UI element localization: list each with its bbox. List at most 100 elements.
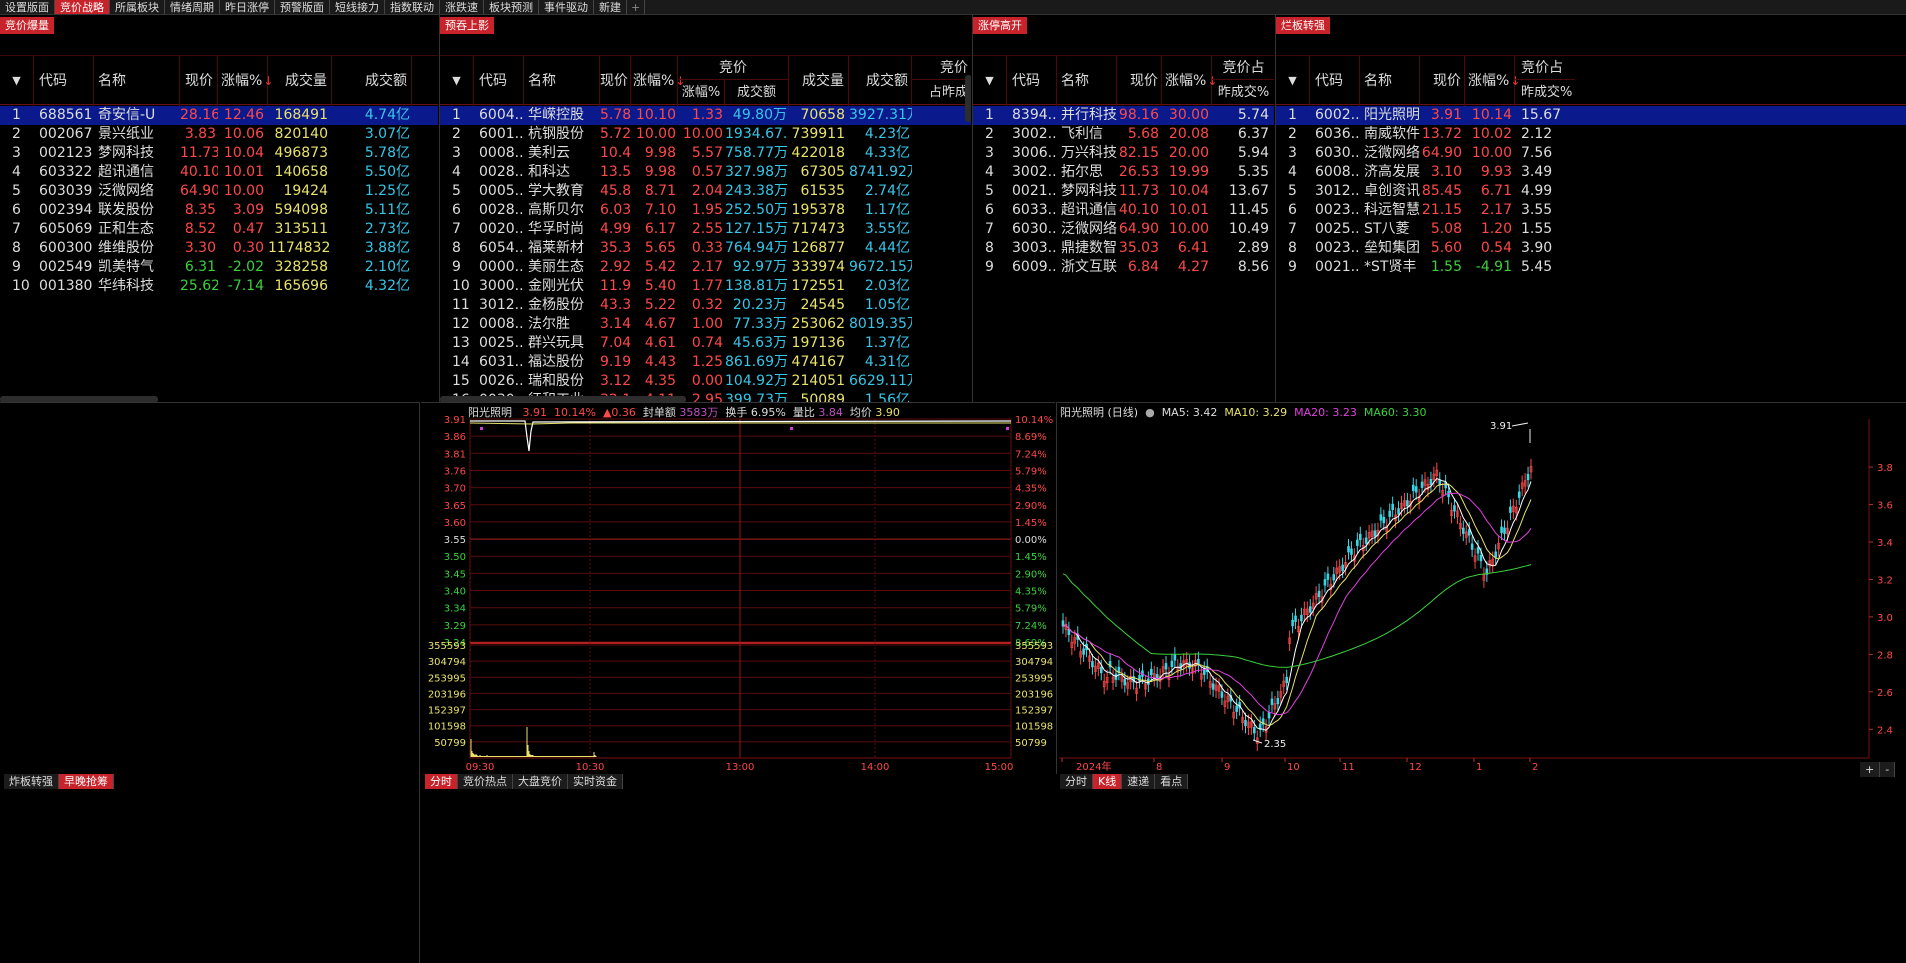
intraday-tab[interactable]: 大盘竞价 xyxy=(513,774,568,789)
col-auction-pct[interactable]: 涨幅% xyxy=(678,80,725,106)
col-auction-amount[interactable]: 成交额 xyxy=(725,80,789,106)
table-row[interactable]: 4 603322 超讯通信 40.10 10.01 140658 5.50亿 xyxy=(0,163,438,182)
kline-tab[interactable]: 速递 xyxy=(1122,774,1156,789)
col-code[interactable]: 代码 xyxy=(474,56,524,106)
table-row[interactable]: 8 600300 维维股份 3.30 0.30 1174832 3.88亿 xyxy=(0,239,438,258)
table-row[interactable]: 12 0008... 法尔胜 3.14 4.67 1.00 77.33万 253062 8019… xyxy=(440,315,971,334)
col-amount[interactable]: 成交额 xyxy=(849,56,912,106)
kline-tab[interactable]: 看点 xyxy=(1155,774,1189,789)
col-prev-volume[interactable]: 昨成交% xyxy=(1212,80,1274,106)
intraday-chart[interactable]: 3.91 10.14% 3.86 8.69% 3.81 7.24% 3.76 5.79% 3.7… xyxy=(421,403,1055,774)
col-amount[interactable]: 成交额 xyxy=(332,56,412,106)
col-pct[interactable]: 涨幅%↓ xyxy=(1162,56,1217,106)
table-row[interactable]: 4 6008... 济高发展 3.10 9.93 3.49 xyxy=(1276,163,1906,182)
zoom-button[interactable]: + xyxy=(1860,762,1881,777)
col-code[interactable]: 代码 xyxy=(1310,56,1360,106)
col-price[interactable]: 现价 xyxy=(180,56,218,106)
col-prev-volume[interactable]: 昨成交% xyxy=(1515,80,1575,106)
table-row[interactable]: 14 6031... 福达股份 9.19 4.43 1.25 861.69万 474167 4.… xyxy=(440,353,971,372)
top-tab[interactable]: 短线接力 xyxy=(330,0,385,14)
table-row[interactable]: 6 0028... 高斯贝尔 6.03 7.10 1.95 252.50万 195378 1.1… xyxy=(440,201,971,220)
table-row[interactable]: 8 3003... 鼎捷数智 35.03 6.41 2.89 xyxy=(973,239,1274,258)
top-tab[interactable]: 设置版面 xyxy=(0,0,55,14)
panel-title[interactable]: 竞价爆量 xyxy=(0,17,54,34)
col-code[interactable]: 代码 xyxy=(1007,56,1057,106)
table-row[interactable]: 1 688561 奇安信-U 28.16 12.46 168491 4.74亿 xyxy=(0,106,438,125)
intraday-tab[interactable]: 分时 xyxy=(425,774,458,789)
top-tab[interactable]: 情绪周期 xyxy=(165,0,220,14)
table-row[interactable]: 6 0023... 科远智慧 21.15 2.17 3.55 xyxy=(1276,201,1906,220)
table-row[interactable]: 1 8394... 并行科技 98.16 30.00 5.74 xyxy=(973,106,1274,125)
table-row[interactable]: 15 0026... 瑞和股份 3.12 4.35 0.00 104.92万 214051 66… xyxy=(440,372,971,391)
col-auction-share[interactable]: 竞价占 xyxy=(1515,56,1575,80)
table-row[interactable]: 13 0025... 群兴玩具 7.04 4.61 0.74 45.63万 197136 1.3… xyxy=(440,334,971,353)
kline-tab[interactable]: 分时 xyxy=(1060,774,1093,789)
table-row[interactable]: 103000...金刚光伏11.915.401.77138.81万1725512… xyxy=(440,277,971,296)
col-price[interactable]: 现价 xyxy=(1420,56,1465,106)
col-price[interactable]: 现价 xyxy=(1117,56,1162,106)
panel-title[interactable]: 预吞上影 xyxy=(440,17,494,34)
sort-dropdown-icon[interactable]: ▼ xyxy=(0,56,34,106)
col-name[interactable]: 名称 xyxy=(94,56,180,106)
table-row[interactable]: 10 001380 华纬科技 25.62 -7.14 165696 4.32亿 xyxy=(0,277,438,296)
intraday-tab[interactable]: 实时资金 xyxy=(568,774,623,789)
table-row[interactable]: 30008...美利云10.479.985.57758.77万4220184.3… xyxy=(440,144,971,163)
table-row[interactable]: 26001...杭钢股份5.7210.0010.001934.67...7399… xyxy=(440,125,971,144)
col-name[interactable]: 名称 xyxy=(1057,56,1117,106)
col-name[interactable]: 名称 xyxy=(1360,56,1420,106)
table-row[interactable]: 6 002394 联发股份 8.35 3.09 594098 5.11亿 xyxy=(0,201,438,220)
table-row[interactable]: 86054...福莱新材35.335.650.33764.94万1268774.… xyxy=(440,239,971,258)
bottom-left-tab[interactable]: 早晚抢筹 xyxy=(59,774,114,789)
col-pct[interactable]: 涨幅%↓ xyxy=(1465,56,1520,106)
col-code[interactable]: 代码 xyxy=(34,56,94,106)
col-volume[interactable]: 成交量 xyxy=(789,56,849,106)
col-pct[interactable]: 涨幅%↓ xyxy=(218,56,273,106)
table-row[interactable]: 9 0021... *ST贤丰 1.55 -4.91 5.45 xyxy=(1276,258,1906,277)
table-row[interactable]: 5 603039 泛微网络 64.90 10.00 19424 1.25亿 xyxy=(0,182,438,201)
top-tab[interactable]: 指数联动 xyxy=(385,0,440,14)
table-row[interactable]: 2 002067 景兴纸业 3.83 10.06 820140 3.07亿 xyxy=(0,125,438,144)
top-tab[interactable]: 涨跌速 xyxy=(440,0,484,14)
table-row[interactable]: 8 0023... 垒知集团 5.60 0.54 3.90 xyxy=(1276,239,1906,258)
top-tab[interactable]: 事件驱动 xyxy=(539,0,594,14)
table-row[interactable]: 2 6036... 南威软件 13.72 10.02 2.12 xyxy=(1276,125,1906,144)
table-row[interactable]: 3 3006... 万兴科技 82.15 20.00 5.94 xyxy=(973,144,1274,163)
table-row[interactable]: 6 6033... 超讯通信 40.10 10.01 11.45 xyxy=(973,201,1274,220)
intraday-tab[interactable]: 竞价热点 xyxy=(458,774,513,789)
table-row[interactable]: 40028...和科达13.569.980.57327.98万673058741… xyxy=(440,163,971,182)
table-row[interactable]: 7 0020... 华孚时尚 4.99 6.17 2.55 127.15万 717473 3.5… xyxy=(440,220,971,239)
table-row[interactable]: 5 0021... 梦网科技 11.73 10.04 13.67 xyxy=(973,182,1274,201)
table-row[interactable]: 3 6030... 泛微网络 64.90 10.00 7.56 xyxy=(1276,144,1906,163)
table-row[interactable]: 7 605069 正和生态 8.52 0.47 313511 2.73亿 xyxy=(0,220,438,239)
table-row[interactable]: 1 6004... 华嵘控股 5.78 10.10 1.33 49.80万 70658 3927… xyxy=(440,106,971,125)
table-row[interactable]: 50005...学大教育45.818.712.04243.38万615352.7… xyxy=(440,182,971,201)
table-row[interactable]: 9 0000... 美丽生态 2.92 5.42 2.17 92.97万 333974 9672… xyxy=(440,258,971,277)
col-pct[interactable]: 涨幅%↓ xyxy=(631,56,685,106)
vertical-scrollbar[interactable] xyxy=(965,75,971,122)
table-row[interactable]: 1 6002... 阳光照明 3.91 10.14 15.67 xyxy=(1276,106,1906,125)
top-tab[interactable]: 新建 xyxy=(594,0,627,14)
table-row[interactable]: 7 6030... 泛微网络 64.90 10.00 10.49 xyxy=(973,220,1274,239)
sort-dropdown-icon[interactable]: ▼ xyxy=(1276,56,1310,106)
table-row[interactable]: 113012...金杨股份43.305.220.3220.23万245451.0… xyxy=(440,296,971,315)
table-row[interactable]: 3 002123 梦网科技 11.73 10.04 496873 5.78亿 xyxy=(0,144,438,163)
kline-chart[interactable]: 3.83.63.43.23.02.82.62.42024年 8 9 10 11 12 1 23… xyxy=(1057,403,1906,774)
top-tab[interactable]: 板块预测 xyxy=(484,0,539,14)
col-price[interactable]: 现价 xyxy=(600,56,631,106)
col-volume[interactable]: 成交量 xyxy=(268,56,332,106)
col-auction-share[interactable]: 竞价占 xyxy=(1212,56,1274,80)
col-auction-ratio[interactable]: 占昨成 xyxy=(912,80,971,106)
table-row[interactable]: 9 002549 凯美特气 6.31 -2.02 328258 2.10亿 xyxy=(0,258,438,277)
zoom-button[interactable]: - xyxy=(1880,762,1896,777)
table-row[interactable]: 9 6009... 浙文互联 6.84 4.27 8.56 xyxy=(973,258,1274,277)
panel-title[interactable]: 涨停高开 xyxy=(973,17,1027,34)
table-row[interactable]: 7 0025... ST八菱 5.08 1.20 1.55 xyxy=(1276,220,1906,239)
top-tab[interactable]: 竞价战略 xyxy=(55,0,110,14)
table-row[interactable]: 4 3002... 拓尔思 26.53 19.99 5.35 xyxy=(973,163,1274,182)
top-tab[interactable]: 预警版面 xyxy=(275,0,330,14)
table-row[interactable]: 2 3002... 飞利信 5.68 20.08 6.37 xyxy=(973,125,1274,144)
top-tab[interactable]: + xyxy=(627,0,646,14)
panel-title[interactable]: 烂板转强 xyxy=(1276,17,1330,34)
top-tab[interactable]: 所属板块 xyxy=(110,0,165,14)
sort-dropdown-icon[interactable]: ▼ xyxy=(440,56,474,106)
